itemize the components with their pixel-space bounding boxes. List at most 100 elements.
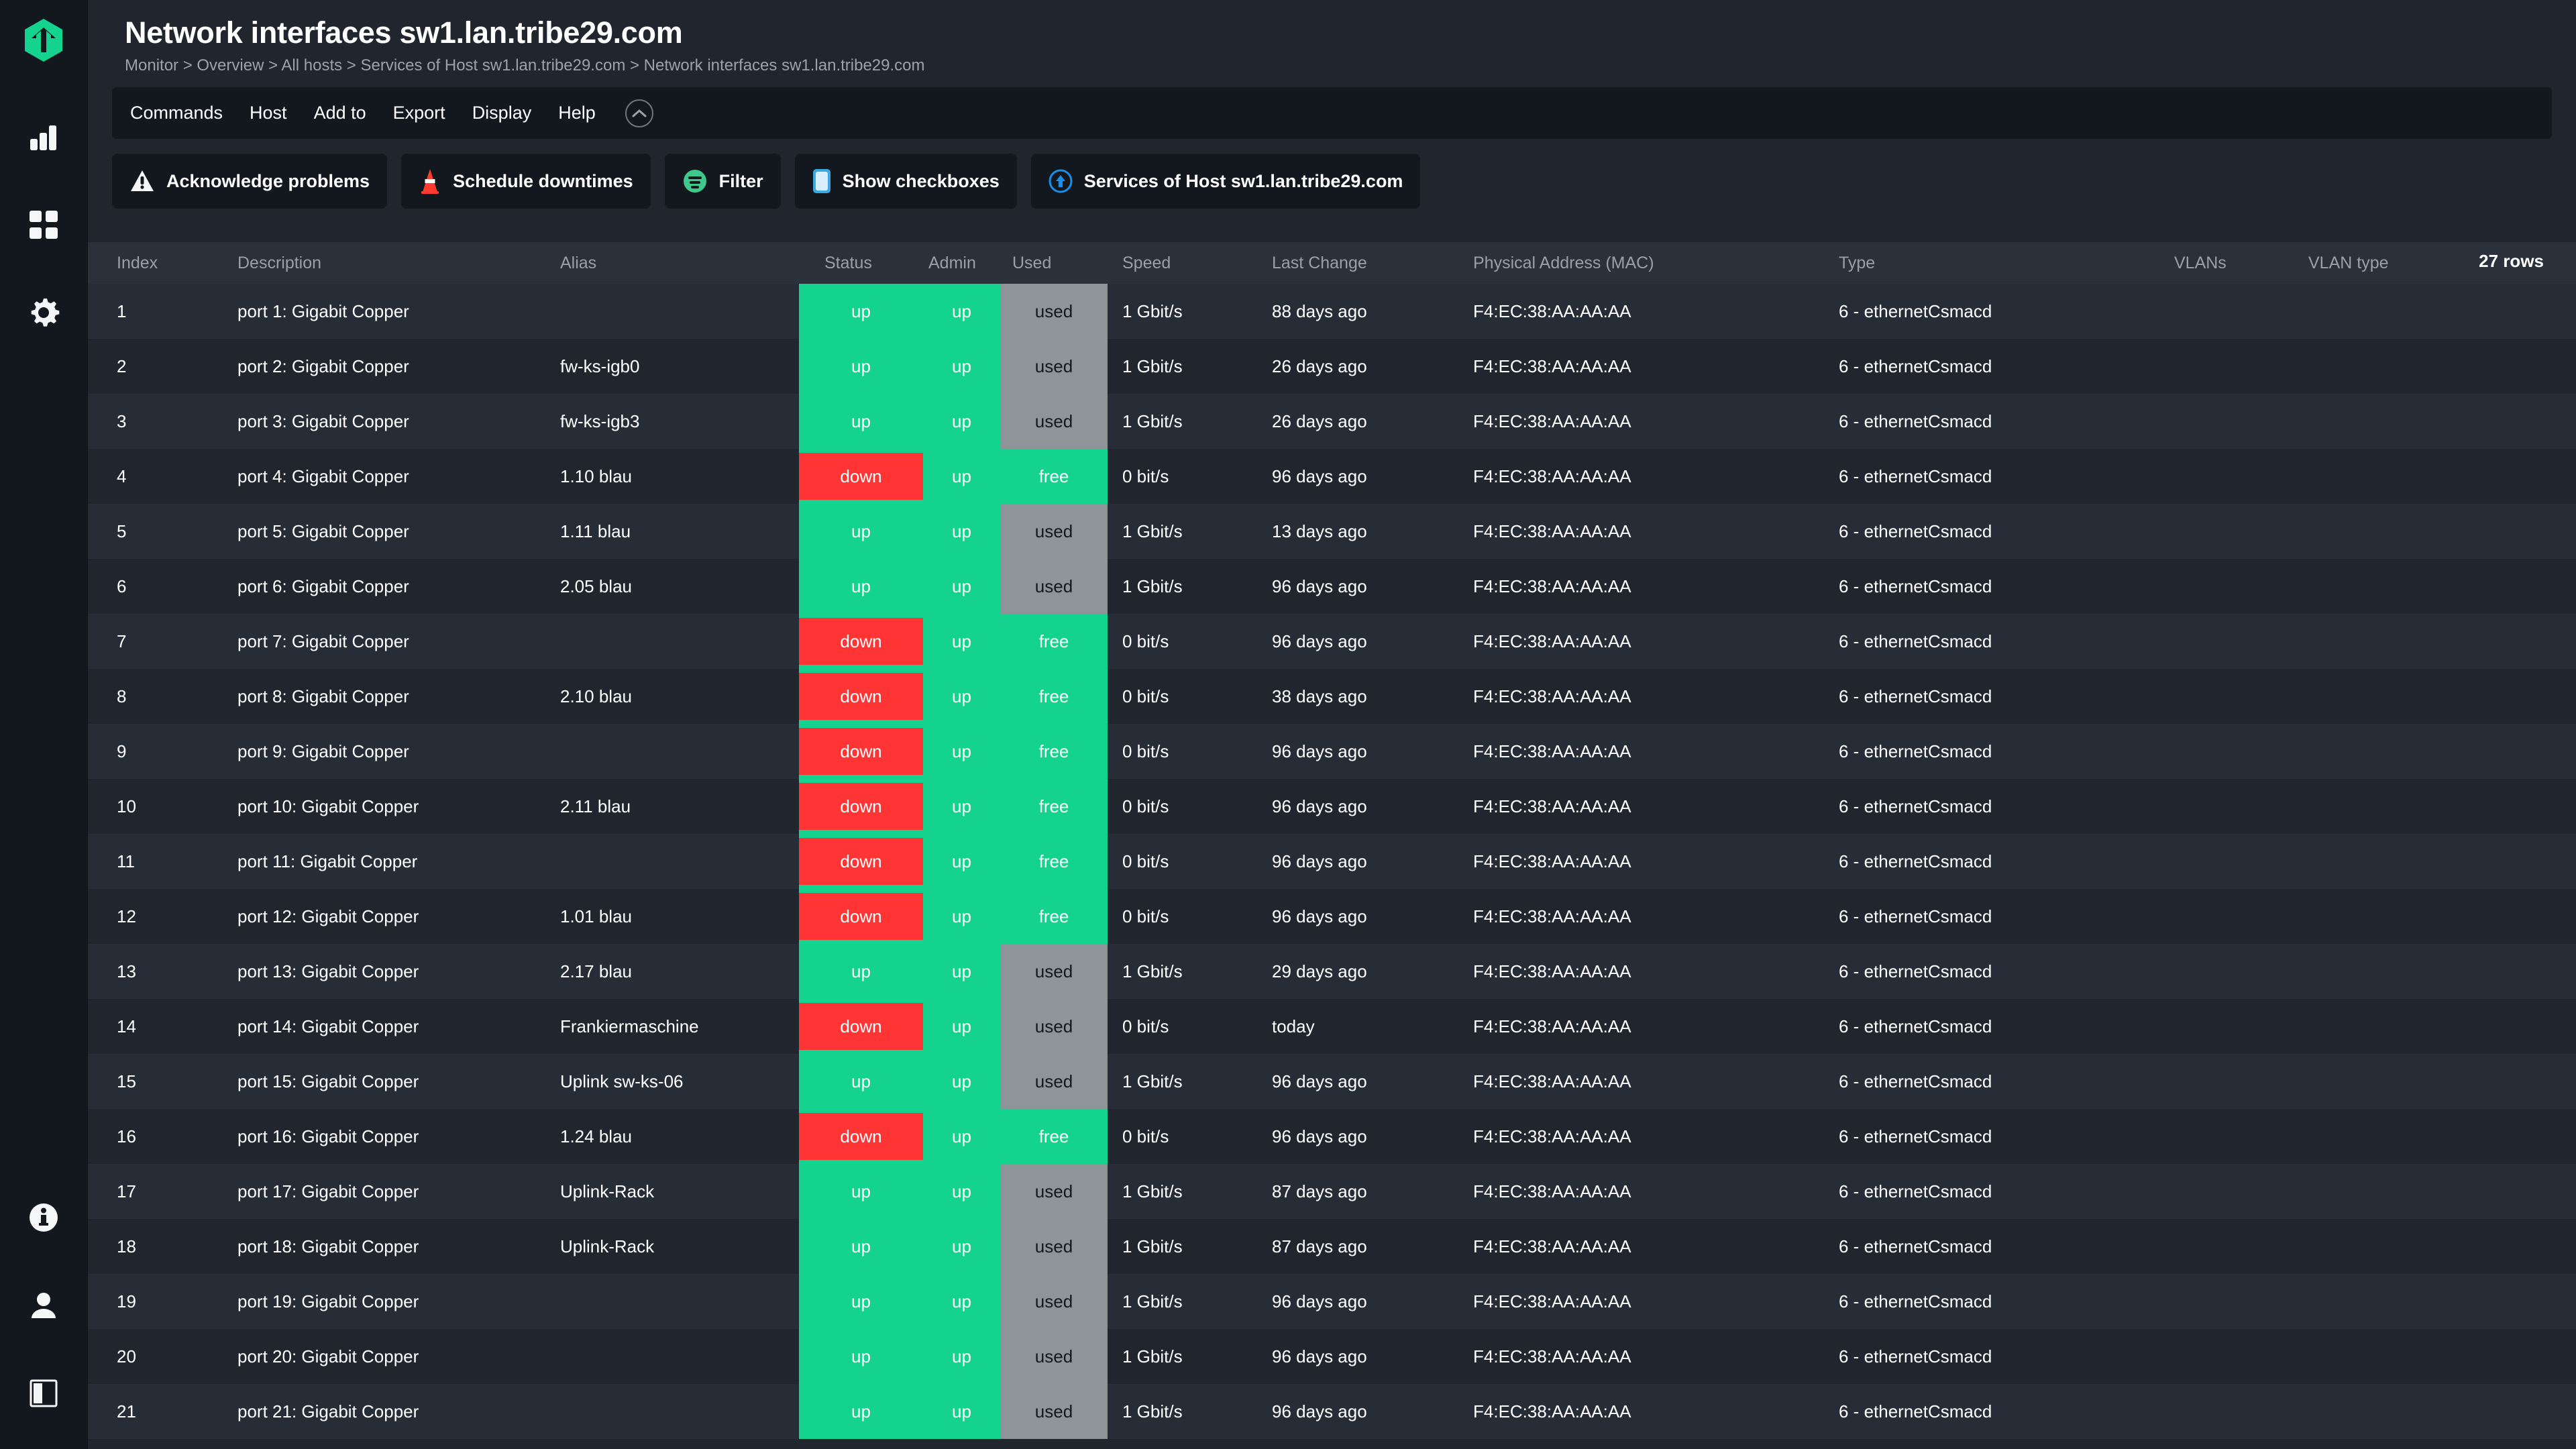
- used-badge: free: [1038, 796, 1069, 816]
- menu-host[interactable]: Host: [250, 103, 287, 123]
- cell-admin: up: [923, 669, 1000, 724]
- column-header-admin[interactable]: Admin: [923, 242, 1000, 284]
- cell-used: used: [1000, 1274, 1108, 1330]
- cell-alias: 2.10 blau: [551, 669, 799, 724]
- cell-index: 1: [88, 284, 209, 339]
- cell-mac: F4:EC:38:AA:AA:AA: [1466, 889, 1832, 945]
- table-row[interactable]: 16 port 16: Gigabit Copper 1.24 blau down up…: [88, 1109, 2576, 1165]
- cell-status: down: [799, 449, 923, 504]
- status-badge: down: [799, 1003, 923, 1051]
- checkmk-logo[interactable]: [0, 0, 88, 80]
- table-row[interactable]: 14 port 14: Gigabit Copper Frankiermaschin…: [88, 999, 2576, 1055]
- show-checkboxes-button[interactable]: Show checkboxes: [794, 154, 1017, 209]
- table-row[interactable]: 15 port 15: Gigabit Copper Uplink sw-ks-06…: [88, 1054, 2576, 1110]
- sidebar-item-setup[interactable]: [0, 268, 88, 356]
- cell-admin: up: [923, 284, 1000, 339]
- table-row[interactable]: 4 port 4: Gigabit Copper 1.10 blau down up fr…: [88, 449, 2576, 504]
- menu-commands[interactable]: Commands: [130, 103, 223, 123]
- cell-mac: F4:EC:38:AA:AA:AA: [1466, 504, 1832, 559]
- filter-label: Filter: [718, 170, 763, 191]
- table-row[interactable]: 12 port 12: Gigabit Copper 1.01 blau down up…: [88, 889, 2576, 945]
- cell-type: 6 - ethernetCsmacd: [1832, 504, 2167, 559]
- cell-alias: Uplink-Rack: [551, 1164, 799, 1220]
- menu-add-to[interactable]: Add to: [314, 103, 366, 123]
- chevron-up-circle-icon[interactable]: [625, 99, 653, 127]
- column-header-type[interactable]: Type: [1832, 242, 2167, 284]
- column-header-alias[interactable]: Alias: [551, 242, 799, 284]
- sidebar-item-help[interactable]: [0, 1173, 88, 1261]
- cell-description: port 20: Gigabit Copper: [209, 1329, 551, 1385]
- cell-last-change: 96 days ago: [1265, 1329, 1466, 1385]
- cell-vlans: [2167, 779, 2302, 835]
- filter-button[interactable]: Filter: [664, 154, 781, 209]
- services-of-host-button[interactable]: Services of Host sw1.lan.tribe29.com: [1030, 154, 1421, 209]
- cell-vlans: [2167, 339, 2302, 394]
- cell-description: port 19: Gigabit Copper: [209, 1274, 551, 1330]
- table-row[interactable]: 5 port 5: Gigabit Copper 1.11 blau up up used…: [88, 504, 2576, 559]
- column-header-last-change[interactable]: Last Change: [1265, 242, 1466, 284]
- menu-display[interactable]: Display: [472, 103, 532, 123]
- acknowledge-problems-button[interactable]: Acknowledge problems: [112, 154, 388, 209]
- sidebar-item-toggle[interactable]: [0, 1349, 88, 1437]
- table-row[interactable]: 20 port 20: Gigabit Copper up up used 1 Gbit/…: [88, 1329, 2576, 1385]
- column-header-mac[interactable]: Physical Address (MAC): [1466, 242, 1832, 284]
- sidebar-item-user[interactable]: [0, 1261, 88, 1349]
- cell-speed: 0 bit/s: [1108, 669, 1265, 724]
- cell-used: used: [1000, 339, 1108, 394]
- table-row[interactable]: 6 port 6: Gigabit Copper 2.05 blau up up used…: [88, 559, 2576, 614]
- table-row[interactable]: 21 port 21: Gigabit Copper up up used 1 Gbit/…: [88, 1384, 2576, 1440]
- cell-last-change: 96 days ago: [1265, 1384, 1466, 1440]
- menu-help[interactable]: Help: [558, 103, 596, 123]
- cell-type: 6 - ethernetCsmacd: [1832, 284, 2167, 339]
- schedule-downtimes-button[interactable]: Schedule downtimes: [401, 154, 651, 209]
- cell-admin: up: [923, 1054, 1000, 1110]
- table-row[interactable]: 18 port 18: Gigabit Copper Uplink-Rack up up…: [88, 1219, 2576, 1275]
- table-row[interactable]: 19 port 19: Gigabit Copper up up used 1 Gbit/…: [88, 1274, 2576, 1330]
- column-header-vlans[interactable]: VLANs: [2167, 242, 2302, 284]
- column-header-used[interactable]: Used: [1000, 242, 1108, 284]
- status-badge: down: [799, 838, 923, 885]
- cell-mac: F4:EC:38:AA:AA:AA: [1466, 944, 1832, 1000]
- table-row[interactable]: 1 port 1: Gigabit Copper up up used 1 Gbit/s 8…: [88, 284, 2576, 339]
- cell-status: up: [799, 394, 923, 449]
- cell-description: port 9: Gigabit Copper: [209, 724, 551, 780]
- cell-vlans: [2167, 944, 2302, 1000]
- table-row[interactable]: 13 port 13: Gigabit Copper 2.17 blau up up us…: [88, 944, 2576, 1000]
- table-row[interactable]: 2 port 2: Gigabit Copper fw-ks-igb0 up up use…: [88, 339, 2576, 394]
- status-badge: up: [851, 1236, 871, 1256]
- table-row[interactable]: 10 port 10: Gigabit Copper 2.11 blau down up…: [88, 779, 2576, 835]
- cell-type: 6 - ethernetCsmacd: [1832, 394, 2167, 449]
- cell-description: port 21: Gigabit Copper: [209, 1384, 551, 1440]
- breadcrumb[interactable]: Monitor > Overview > All hosts > Service…: [125, 56, 2576, 75]
- cell-used: used: [1000, 944, 1108, 1000]
- table-row[interactable]: 8 port 8: Gigabit Copper 2.10 blau down up fr…: [88, 669, 2576, 724]
- status-badge: up: [851, 961, 871, 981]
- panel-toggle-icon: [30, 1379, 58, 1407]
- column-header-description[interactable]: Description: [209, 242, 551, 284]
- column-header-status[interactable]: Status: [799, 242, 923, 284]
- cell-status: down: [799, 1109, 923, 1165]
- cell-last-change: 96 days ago: [1265, 889, 1466, 945]
- cell-type: 6 - ethernetCsmacd: [1832, 1109, 2167, 1165]
- cell-alias: Uplink-Rack: [551, 1219, 799, 1275]
- cell-index: 5: [88, 504, 209, 559]
- cell-speed: 1 Gbit/s: [1108, 504, 1265, 559]
- cell-vlan-type: [2302, 284, 2576, 339]
- cell-mac: F4:EC:38:AA:AA:AA: [1466, 1054, 1832, 1110]
- table-row[interactable]: 7 port 7: Gigabit Copper down up free 0 bit/s…: [88, 614, 2576, 669]
- cell-description: port 5: Gigabit Copper: [209, 504, 551, 559]
- cell-index: 2: [88, 339, 209, 394]
- sidebar-item-customize[interactable]: [0, 180, 88, 268]
- menu-export[interactable]: Export: [393, 103, 445, 123]
- column-header-index[interactable]: Index: [88, 242, 209, 284]
- table-row[interactable]: 3 port 3: Gigabit Copper fw-ks-igb3 up up use…: [88, 394, 2576, 449]
- table-row[interactable]: 17 port 17: Gigabit Copper Uplink-Rack up up…: [88, 1164, 2576, 1220]
- sidebar-item-monitor[interactable]: [0, 93, 88, 180]
- table-row[interactable]: 9 port 9: Gigabit Copper down up free 0 bit/s…: [88, 724, 2576, 780]
- table-row[interactable]: 11 port 11: Gigabit Copper down up free 0 bit…: [88, 834, 2576, 890]
- cell-vlan-type: [2302, 449, 2576, 504]
- interfaces-table: Index Description Alias Status Admin Use…: [88, 242, 2576, 1440]
- cell-used: free: [1000, 449, 1108, 504]
- interfaces-table-container[interactable]: Index Description Alias Status Admin Use…: [88, 242, 2576, 1449]
- column-header-speed[interactable]: Speed: [1108, 242, 1265, 284]
